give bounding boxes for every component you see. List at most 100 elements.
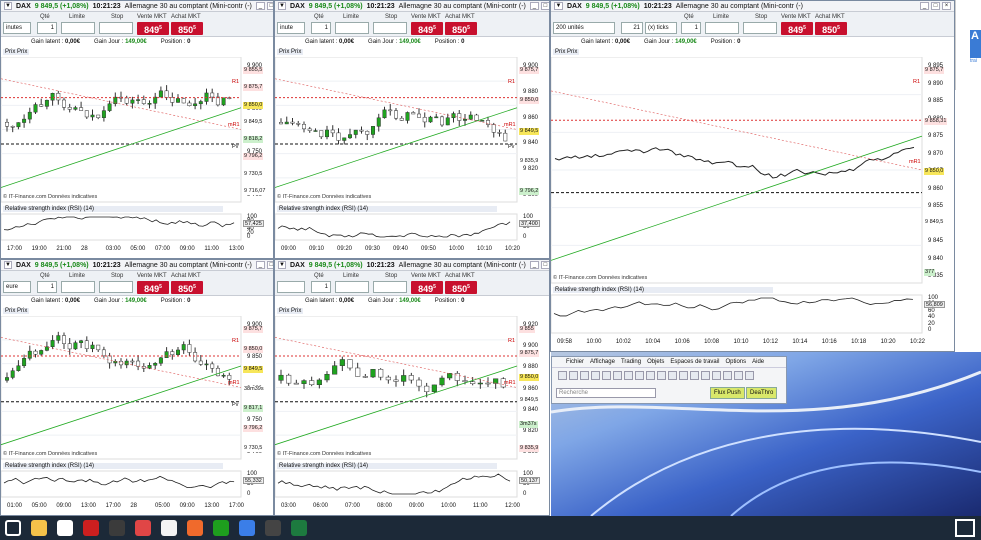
chart-window-3[interactable]: ▼ DAX 9 849,5 (+1,08%) 10:21:23 Allemagn… [550, 0, 955, 352]
qte-input[interactable]: 1 [311, 22, 331, 34]
sell-sup: 5 [159, 25, 162, 31]
sell-button[interactable]: 8495 [781, 22, 813, 35]
maximize-icon[interactable]: □ [540, 261, 549, 269]
excel-icon[interactable] [286, 516, 312, 540]
collapse-icon[interactable]: ▼ [278, 2, 286, 10]
chart-window-4[interactable]: ▼ DAX 9 849,5 (+1,08%) 10:21:23 Allemagn… [0, 259, 274, 516]
windows-logo-icon[interactable] [955, 519, 975, 537]
vline-tool-icon[interactable] [624, 371, 633, 380]
charts-app-icon[interactable] [260, 516, 286, 540]
chart-window-5[interactable]: ▼ DAX 9 849,5 (+1,08%) 10:21:23 Allemagn… [274, 259, 550, 516]
qte-input[interactable]: 1 [681, 22, 701, 34]
collapse-icon[interactable]: ▼ [278, 261, 286, 269]
limite-input[interactable] [335, 22, 369, 34]
deathro-button[interactable]: DeaThro [746, 387, 778, 399]
maximize-icon[interactable]: □ [931, 2, 940, 10]
limite-input[interactable] [61, 22, 95, 34]
chart-window-2[interactable]: ▼ DAX 9 849,5 (+1,08%) 10:21:23 Allemagn… [274, 0, 550, 259]
chart-tool-icon[interactable] [701, 371, 710, 380]
units-select[interactable]: 200 unités [553, 22, 615, 34]
stop-input[interactable] [743, 22, 777, 34]
close-icon[interactable]: × [942, 2, 951, 10]
limite-input[interactable] [61, 281, 95, 293]
flux-push-button[interactable]: Flux Push [710, 387, 745, 399]
stop-input[interactable] [99, 22, 133, 34]
text-tool-icon[interactable] [602, 371, 611, 380]
qte-input[interactable]: 1 [311, 281, 331, 293]
qte-input[interactable]: 1 [37, 281, 57, 293]
stop-input[interactable] [373, 281, 407, 293]
gain-jour-label: Gain Jour : [368, 298, 398, 304]
pointer-tool-icon[interactable] [668, 371, 677, 380]
buy-button[interactable]: 8505 [171, 22, 203, 35]
maximize-icon[interactable]: □ [266, 2, 273, 10]
zoom-tool-icon[interactable] [690, 371, 699, 380]
up-tool-icon[interactable] [712, 371, 721, 380]
cursor-tool-icon[interactable] [558, 371, 567, 380]
minimize-icon[interactable]: _ [255, 261, 265, 269]
app-green-icon[interactable] [208, 516, 234, 540]
chrome-2-icon[interactable] [182, 516, 208, 540]
app-g-icon[interactable] [156, 516, 182, 540]
delete-tool-icon[interactable] [745, 371, 754, 380]
minimize-icon[interactable]: _ [255, 2, 265, 10]
sell-button[interactable]: 8495 [411, 281, 443, 294]
maximize-icon[interactable]: □ [540, 2, 549, 10]
menu-aide[interactable]: Aide [752, 359, 764, 365]
minimize-icon[interactable]: _ [920, 2, 929, 10]
line-tool-icon[interactable] [580, 371, 589, 380]
price-chart[interactable] [551, 57, 954, 341]
minimize-icon[interactable]: _ [529, 2, 539, 10]
buy-button[interactable]: 8505 [445, 281, 477, 294]
qte-input[interactable]: 1 [37, 22, 57, 34]
hline-tool-icon[interactable] [613, 371, 622, 380]
app-red-icon[interactable] [104, 516, 130, 540]
collapse-icon[interactable]: ▼ [554, 2, 563, 10]
chrome-icon[interactable] [130, 516, 156, 540]
units-select[interactable]: inutes [3, 22, 31, 34]
collapse-icon[interactable]: ▼ [4, 2, 12, 10]
maximize-icon[interactable]: □ [266, 261, 273, 269]
menu-espaces[interactable]: Espaces de travail [670, 359, 719, 365]
candle [485, 382, 491, 385]
price-tag: 9 850,0 [519, 373, 540, 381]
menu-objets[interactable]: Objets [647, 359, 664, 365]
ticks-unit[interactable]: (x) ticks [645, 22, 677, 34]
units-select[interactable]: inute [277, 22, 305, 34]
sell-button[interactable]: 8495 [411, 22, 443, 35]
file-explorer-icon[interactable] [26, 516, 52, 540]
limite-input[interactable] [335, 281, 369, 293]
stop-input[interactable] [99, 281, 133, 293]
alert-tool-icon[interactable] [734, 371, 743, 380]
menu-trading[interactable]: Trading [621, 359, 641, 365]
limite-input[interactable] [705, 22, 739, 34]
chart-window-1[interactable]: ▼ DAX 9 849,5 (+1,08%) 10:21:23 Allemagn… [0, 0, 274, 259]
buy-button[interactable]: 8505 [815, 22, 847, 35]
menu-fichier[interactable]: Fichier [566, 359, 584, 365]
stop-input[interactable] [373, 22, 407, 34]
sell-button[interactable]: 8495 [137, 281, 169, 294]
search-input[interactable]: Recherche [556, 388, 656, 398]
cross-tool-icon[interactable] [657, 371, 666, 380]
units-select[interactable] [277, 281, 305, 293]
collapse-icon[interactable]: ▼ [4, 261, 12, 269]
ticks-count[interactable]: 21 [621, 22, 643, 34]
channel-tool-icon[interactable] [646, 371, 655, 380]
pencil-tool-icon[interactable] [569, 371, 578, 380]
app-l3-icon[interactable] [234, 516, 260, 540]
search-icon[interactable] [52, 516, 78, 540]
menu-options[interactable]: Options [725, 359, 746, 365]
menu-affichage[interactable]: Affichage [590, 359, 615, 365]
down-tool-icon[interactable] [723, 371, 732, 380]
buy-button[interactable]: 8505 [171, 281, 203, 294]
magnet-tool-icon[interactable] [679, 371, 688, 380]
shape-tool-icon[interactable] [591, 371, 600, 380]
windows-start-icon[interactable] [0, 516, 26, 540]
fib-tool-icon[interactable] [635, 371, 644, 380]
units-select[interactable]: eure [3, 281, 31, 293]
opera-icon[interactable] [78, 516, 104, 540]
sell-sup: 5 [803, 25, 806, 31]
sell-button[interactable]: 8495 [137, 22, 169, 35]
minimize-icon[interactable]: _ [529, 261, 539, 269]
buy-button[interactable]: 8505 [445, 22, 477, 35]
